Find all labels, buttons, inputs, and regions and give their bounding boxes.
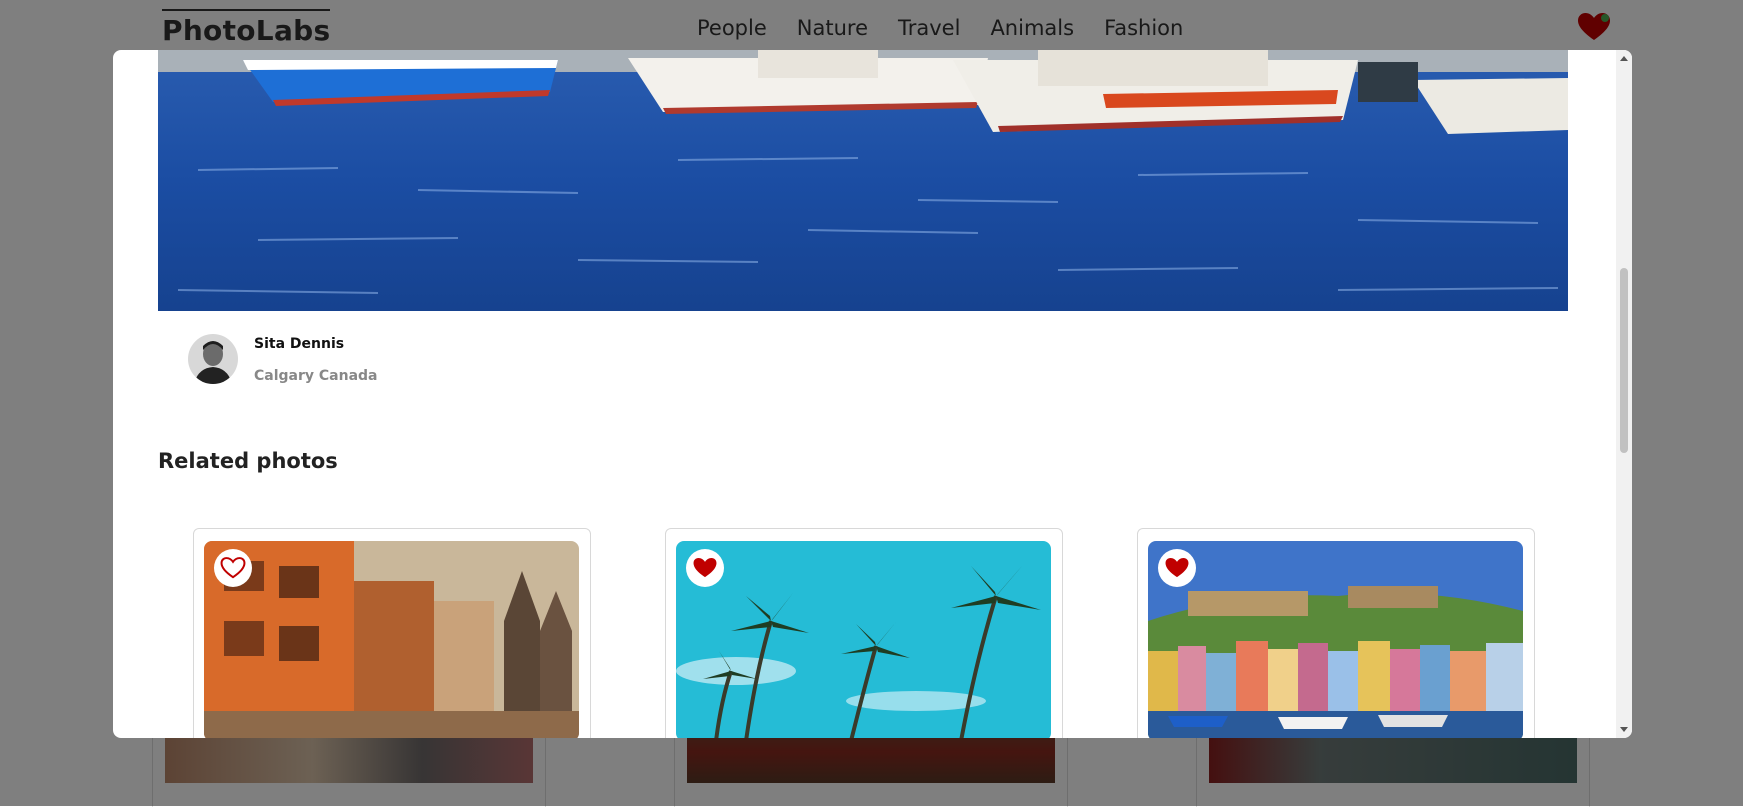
city-buildings-image	[204, 541, 579, 738]
scroll-down-arrow-icon[interactable]	[1619, 724, 1629, 734]
related-photo-card[interactable]	[665, 528, 1063, 738]
photographer-location: Calgary Canada	[254, 368, 378, 384]
scrollbar-thumb[interactable]	[1620, 268, 1628, 453]
city-buildings-photo[interactable]	[204, 541, 579, 738]
favorite-button[interactable]	[214, 549, 252, 587]
selected-photo	[158, 50, 1568, 311]
related-photos-heading: Related photos	[158, 449, 338, 473]
scroll-up-arrow-icon[interactable]	[1619, 54, 1629, 64]
palm-trees-image	[676, 541, 1051, 738]
related-photo-card[interactable]	[1137, 528, 1535, 738]
modal-scrollbar[interactable]	[1616, 50, 1632, 738]
harbor-town-photo[interactable]	[1148, 541, 1523, 738]
heart-filled-icon	[693, 558, 717, 578]
favorite-button[interactable]	[686, 549, 724, 587]
photographer-name: Sita Dennis	[254, 336, 345, 352]
photo-details-modal: Sita Dennis Calgary Canada Related photo…	[113, 50, 1632, 738]
palm-trees-photo[interactable]	[676, 541, 1051, 738]
profile-photo	[188, 334, 238, 384]
photographer-avatar	[188, 334, 238, 384]
favorite-button[interactable]	[1158, 549, 1196, 587]
harbor-town-image	[1148, 541, 1523, 738]
heart-outline-icon	[220, 557, 246, 579]
harbor-boats-photo	[158, 50, 1568, 311]
related-photo-card[interactable]	[193, 528, 591, 738]
heart-filled-icon	[1165, 558, 1189, 578]
